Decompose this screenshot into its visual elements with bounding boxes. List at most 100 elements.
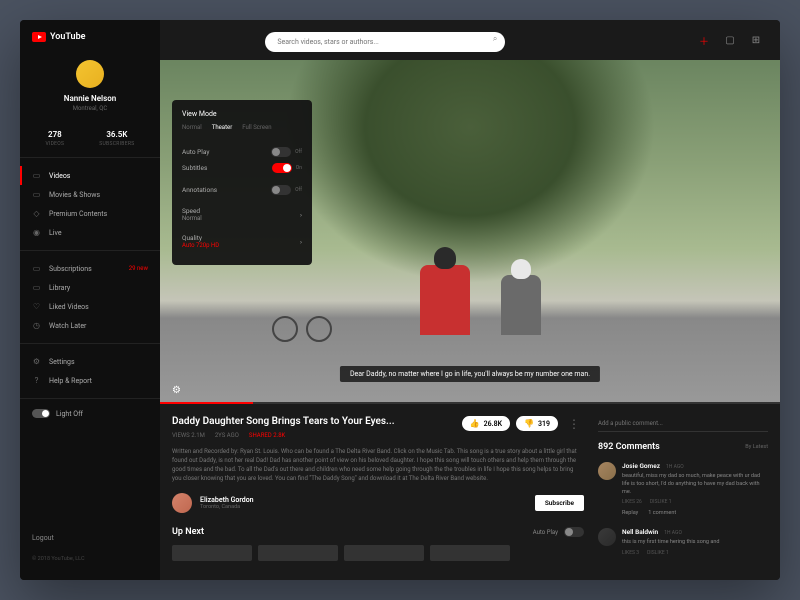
meta-shared: SHARED 2.8K xyxy=(249,432,285,439)
new-badge: 29 new xyxy=(129,265,148,272)
comment-text: this is my first time hering this song a… xyxy=(622,539,768,547)
thumb-3[interactable] xyxy=(344,545,424,561)
search-input[interactable] xyxy=(265,32,505,52)
stat-videos: 278 VIDEOS xyxy=(45,130,64,147)
topbar: ⌕ ＋ ▢ ⊞ xyxy=(160,20,780,60)
gear-icon: ⚙ xyxy=(32,357,41,366)
search-box: ⌕ xyxy=(265,29,505,52)
chevron-right-icon: › xyxy=(300,211,302,219)
sidebar-footer: Logout © 2018 YouTube, LLC xyxy=(20,526,160,568)
comments-header: 892 Comments By Latest xyxy=(598,442,768,452)
youtube-icon xyxy=(32,32,46,42)
video-actions: 👍26.8K 👎319 ⋮ xyxy=(462,416,584,431)
upnext-title: Up Next xyxy=(172,527,204,537)
row-speed[interactable]: SpeedNormal › xyxy=(182,201,302,228)
caption-text: Dear Daddy, no matter where I go in life… xyxy=(340,366,600,382)
like-button[interactable]: 👍26.8K xyxy=(462,416,510,431)
up-next-section: Up Next Auto Play xyxy=(172,527,584,561)
player-gear-icon[interactable]: ⚙ xyxy=(172,385,181,396)
sidebar-item-premium[interactable]: ◇Premium Contents xyxy=(20,204,160,223)
more-button[interactable]: ⋮ xyxy=(564,417,584,431)
sidebar-item-subscriptions[interactable]: ▭Subscriptions29 new xyxy=(20,259,160,278)
video-meta: VIEWS 2.1M 2YS AGO SHARED 2.8K xyxy=(172,432,395,439)
subscribe-button[interactable]: Subscribe xyxy=(535,495,584,511)
reply-button[interactable]: Replay xyxy=(622,510,638,516)
logo[interactable]: YouTube xyxy=(20,32,160,54)
sidebar-item-videos[interactable]: ▭Videos xyxy=(20,166,160,185)
video-icon: ▭ xyxy=(32,171,41,180)
sidebar-item-help[interactable]: ?Help & Report xyxy=(20,371,160,390)
sidebar-item-library[interactable]: ▭Library xyxy=(20,278,160,297)
notifications-button[interactable]: ▢ xyxy=(722,32,738,48)
avatar[interactable] xyxy=(76,60,104,88)
comments-sort[interactable]: By Latest xyxy=(745,444,768,450)
thumbs-up-icon: 👍 xyxy=(470,419,480,428)
panel-title: View Mode xyxy=(182,110,302,118)
mode-fullscreen[interactable]: Full Screen xyxy=(242,124,271,131)
sidebar-item-watchlater[interactable]: ◷Watch Later xyxy=(20,316,160,335)
thumb-1[interactable] xyxy=(172,545,252,561)
upload-button[interactable]: ＋ xyxy=(696,32,712,48)
autoplay-toggle[interactable] xyxy=(271,147,291,157)
comment-item: Nell Baldwin1H AGO this is my first time… xyxy=(598,528,768,556)
copyright: © 2018 YouTube, LLC xyxy=(32,550,148,568)
sidebar: YouTube Nannie Nelson Montreal, QC 278 V… xyxy=(20,20,160,580)
light-off-toggle[interactable]: Light Off xyxy=(20,399,160,428)
upnext-autoplay-toggle[interactable] xyxy=(564,527,584,537)
app-window: YouTube Nannie Nelson Montreal, QC 278 V… xyxy=(20,20,780,580)
toggle-icon xyxy=(32,409,50,418)
video-title: Daddy Daughter Song Brings Tears to Your… xyxy=(172,416,395,427)
movie-icon: ▭ xyxy=(32,190,41,199)
uploader-location: Toronto, Canada xyxy=(200,504,527,510)
view-modes: Normal Theater Full Screen xyxy=(182,124,302,131)
video-player[interactable]: View Mode Normal Theater Full Screen Aut… xyxy=(160,60,780,404)
comment-text: beautiful, miss my dad so much, make pea… xyxy=(622,473,768,496)
uploader-avatar[interactable] xyxy=(172,493,192,513)
content-main: Daddy Daughter Song Brings Tears to Your… xyxy=(172,416,584,568)
meta-age: 2YS AGO xyxy=(215,432,239,439)
main-area: ⌕ ＋ ▢ ⊞ View Mode Normal Theater Full Sc xyxy=(160,20,780,580)
mode-normal[interactable]: Normal xyxy=(182,124,202,131)
stat-subscribers: 36.5K SUBSCRIBERS xyxy=(99,130,134,147)
annotations-toggle[interactable] xyxy=(271,185,291,195)
row-quality[interactable]: QualityAuto 720p HD › xyxy=(182,228,302,255)
profile-name: Nannie Nelson xyxy=(64,94,116,103)
progress-bar[interactable] xyxy=(160,402,780,404)
logout-link[interactable]: Logout xyxy=(32,526,148,550)
comment-input[interactable] xyxy=(598,416,768,432)
search-icon[interactable]: ⌕ xyxy=(493,34,497,44)
topbar-actions: ＋ ▢ ⊞ xyxy=(696,32,764,48)
player-settings-panel: View Mode Normal Theater Full Screen Aut… xyxy=(172,100,312,265)
subtitles-toggle[interactable] xyxy=(272,163,292,173)
nav-primary: ▭Videos ▭Movies & Shows ◇Premium Content… xyxy=(20,158,160,251)
help-icon: ? xyxy=(32,376,41,385)
uploader-row: Elizabeth Gordon Toronto, Canada Subscri… xyxy=(172,493,584,513)
comment-item: Josie Gomez1H AGO beautiful, miss my dad… xyxy=(598,462,768,516)
row-subtitles: Subtitles On xyxy=(182,157,302,179)
premium-icon: ◇ xyxy=(32,209,41,218)
thumb-4[interactable] xyxy=(430,545,510,561)
live-icon: ◉ xyxy=(32,228,41,237)
thumb-2[interactable] xyxy=(258,545,338,561)
sidebar-item-liked[interactable]: ♡Liked Videos xyxy=(20,297,160,316)
comment-author: Nell Baldwin xyxy=(622,528,658,536)
dislike-button[interactable]: 👎319 xyxy=(516,416,558,431)
clock-icon: ◷ xyxy=(32,321,41,330)
video-description: Written and Recorded by: Ryan St. Louis.… xyxy=(172,447,584,483)
brand-name: YouTube xyxy=(50,32,85,42)
sidebar-item-movies[interactable]: ▭Movies & Shows xyxy=(20,185,160,204)
mode-theater[interactable]: Theater xyxy=(212,124,233,131)
thumbs-down-icon: 👎 xyxy=(524,419,534,428)
sidebar-item-settings[interactable]: ⚙Settings xyxy=(20,352,160,371)
profile-block: Nannie Nelson Montreal, QC xyxy=(20,54,160,122)
video-header: Daddy Daughter Song Brings Tears to Your… xyxy=(172,416,584,439)
sidebar-item-live[interactable]: ◉Live xyxy=(20,223,160,242)
upnext-thumbs xyxy=(172,545,584,561)
comment-avatar[interactable] xyxy=(598,462,616,480)
apps-button[interactable]: ⊞ xyxy=(748,32,764,48)
upnext-autoplay: Auto Play xyxy=(533,527,584,537)
uploader-name: Elizabeth Gordon xyxy=(200,496,527,504)
comment-avatar[interactable] xyxy=(598,528,616,546)
library-icon: ▭ xyxy=(32,283,41,292)
nav-tertiary: ⚙Settings ?Help & Report xyxy=(20,344,160,399)
